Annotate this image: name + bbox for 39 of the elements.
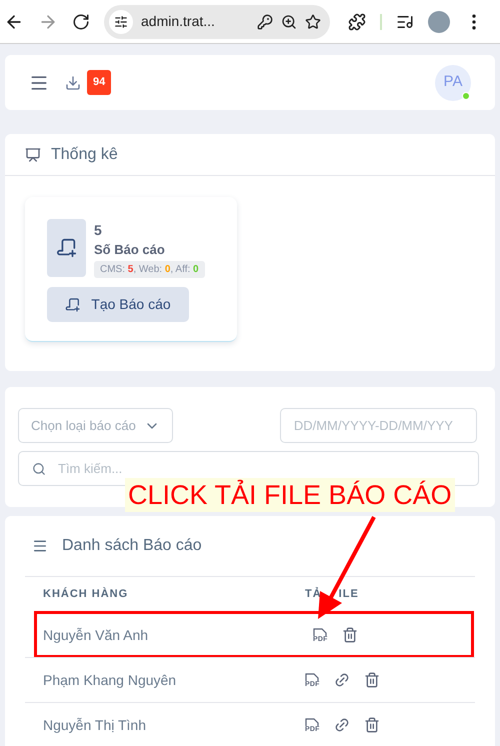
download-icon[interactable] [65, 74, 81, 90]
search-icon [32, 462, 46, 476]
reload-icon[interactable] [72, 12, 90, 30]
report-label: Số Báo cáo [94, 241, 166, 259]
report-icon [65, 296, 82, 312]
column-header: ILE [338, 587, 359, 602]
source-breakdown: CMS: 5, Web: 0, Aff: 0 [94, 261, 205, 278]
file-icon [305, 672, 320, 680]
bookmark-star-icon[interactable] [305, 14, 321, 30]
profile-avatar[interactable] [428, 10, 450, 32]
report-count: 5 [94, 221, 103, 239]
create-report-button[interactable]: Tạo Báo cáo [47, 287, 189, 322]
customer-name: Phạm Khang Nguyên [43, 670, 178, 690]
customer-name: Nguyễn Thị Tình [43, 716, 147, 735]
list-icon [32, 538, 48, 554]
site-settings-icon[interactable] [114, 14, 128, 28]
key-icon[interactable] [257, 14, 273, 30]
extensions-icon[interactable] [348, 12, 366, 30]
report-icon [56, 237, 78, 259]
file-icon [305, 718, 320, 726]
delete-button[interactable] [364, 717, 380, 733]
search-input[interactable]: Tìm kiếm... [58, 458, 465, 478]
column-header: TẢ [305, 586, 322, 602]
address-bar[interactable]: admin.trat... [104, 4, 330, 38]
delete-button[interactable] [342, 627, 358, 643]
chart-board-icon [25, 146, 41, 162]
column-header: KHÁCH HÀNG [43, 586, 128, 602]
panel-title: Danh sách Báo cáo [62, 536, 202, 556]
notification-badge: 94 [87, 70, 112, 95]
date-range-field[interactable]: DD/MM/YYYY-DD/MM/YYY [280, 408, 477, 443]
zoom-icon[interactable] [281, 14, 297, 30]
link-button[interactable] [334, 672, 350, 688]
customer-name: Nguyễn Văn Anh [43, 626, 150, 645]
file-icon [313, 628, 328, 636]
link-button[interactable] [334, 717, 350, 733]
url-text: admin.trat... [141, 12, 215, 31]
panel-title: Thống kê [51, 144, 118, 164]
delete-button[interactable] [364, 672, 380, 688]
callout-label: CLICK TẢI FILE BÁO CÁO [125, 478, 455, 512]
